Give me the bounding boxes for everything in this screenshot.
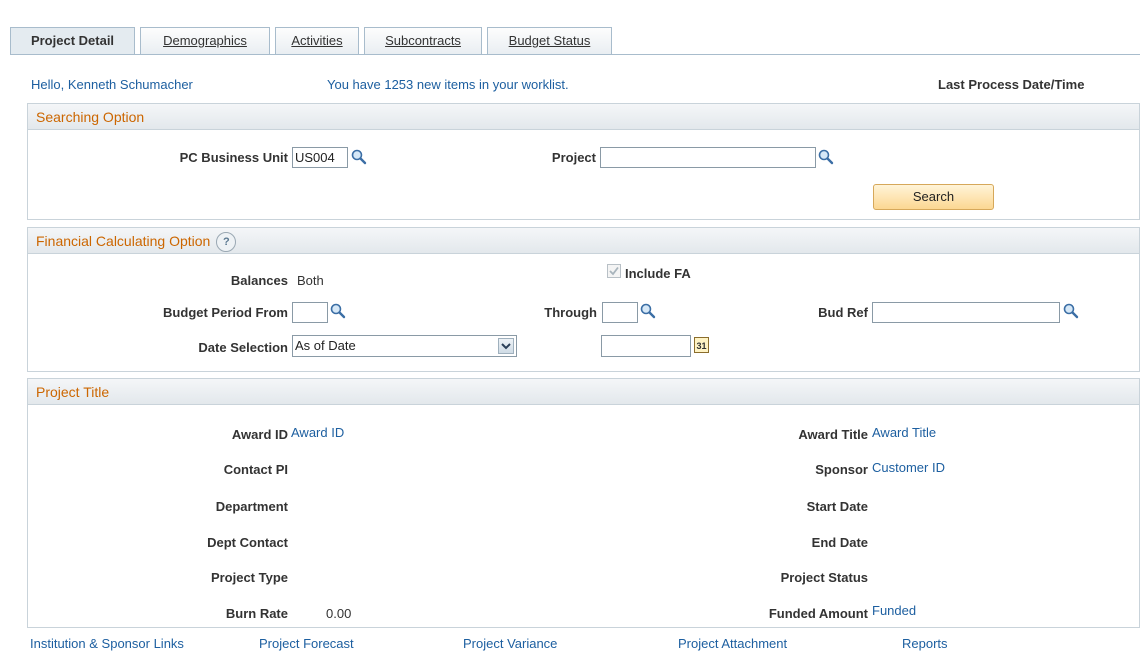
financial-option-header: Financial Calculating Option? xyxy=(28,228,1139,254)
worklist-link[interactable]: You have 1253 new items in your worklist… xyxy=(327,77,569,92)
tab-budget-status[interactable]: Budget Status xyxy=(487,27,612,54)
through-label: Through xyxy=(544,305,597,320)
start-date-label: Start Date xyxy=(806,499,868,514)
project-label: Project xyxy=(551,150,596,165)
dept-contact-label: Dept Contact xyxy=(207,535,288,550)
financial-option-title: Financial Calculating Option xyxy=(36,233,211,249)
tab-label: Demographics xyxy=(163,33,247,48)
bud-ref-label: Bud Ref xyxy=(818,305,868,320)
balances-label: Balances xyxy=(230,273,288,288)
business-unit-lookup-icon[interactable] xyxy=(351,149,367,165)
tab-label: Activities xyxy=(291,33,343,48)
award-id-link[interactable]: Award ID xyxy=(291,425,344,440)
calendar-icon[interactable]: 31 xyxy=(694,337,709,353)
bud-ref-lookup-icon[interactable] xyxy=(1063,303,1079,319)
include-fa-checkbox[interactable] xyxy=(607,264,621,278)
budget-period-from-label: Budget Period From xyxy=(163,305,288,320)
project-title-heading: Project Title xyxy=(28,379,1139,405)
budget-period-from-input[interactable] xyxy=(292,302,328,323)
project-variance-link[interactable]: Project Variance xyxy=(463,636,557,651)
last-process-label: Last Process Date/Time xyxy=(938,77,1085,92)
department-label: Department xyxy=(215,499,288,514)
end-date-label: End Date xyxy=(811,535,868,550)
project-attachment-link[interactable]: Project Attachment xyxy=(678,636,787,651)
reports-link[interactable]: Reports xyxy=(902,636,948,651)
burn-rate-value: 0.00 xyxy=(326,606,352,621)
project-input[interactable] xyxy=(600,147,816,168)
search-button[interactable]: Search xyxy=(873,184,994,210)
help-icon[interactable]: ? xyxy=(216,232,237,253)
award-id-label: Award ID xyxy=(231,427,288,442)
tab-label: Project Detail xyxy=(30,33,115,48)
project-type-label: Project Type xyxy=(210,570,288,585)
project-status-label: Project Status xyxy=(780,570,868,585)
award-title-label: Award Title xyxy=(798,427,868,442)
greeting-text: Hello, Kenneth Schumacher xyxy=(31,77,193,92)
chevron-down-icon[interactable] xyxy=(498,338,514,354)
tab-subcontracts[interactable]: Subcontracts xyxy=(364,27,482,54)
date-selection-select[interactable]: As of Date xyxy=(292,335,517,357)
tab-project-detail[interactable]: Project Detail xyxy=(10,27,135,55)
date-selection-label: Date Selection xyxy=(198,340,288,355)
through-lookup-icon[interactable] xyxy=(640,303,656,319)
tab-demographics[interactable]: Demographics xyxy=(140,27,270,54)
through-input[interactable] xyxy=(602,302,638,323)
funded-amount-label: Funded Amount xyxy=(768,606,868,621)
funded-amount-link[interactable]: Funded xyxy=(872,603,916,618)
searching-option-title: Searching Option xyxy=(28,104,1139,130)
award-title-link[interactable]: Award Title xyxy=(872,425,936,440)
business-unit-label: PC Business Unit xyxy=(179,150,288,165)
sponsor-label: Sponsor xyxy=(815,462,868,477)
tab-label: Budget Status xyxy=(508,33,591,48)
project-forecast-link[interactable]: Project Forecast xyxy=(259,636,354,651)
project-lookup-icon[interactable] xyxy=(818,149,834,165)
burn-rate-label: Burn Rate xyxy=(225,606,288,621)
tab-divider xyxy=(10,54,1140,55)
institution-sponsor-links[interactable]: Institution & Sponsor Links xyxy=(30,636,184,651)
tab-label: Subcontracts xyxy=(385,33,461,48)
business-unit-input[interactable]: US004 xyxy=(292,147,348,168)
date-selection-value: As of Date xyxy=(295,338,356,353)
budget-from-lookup-icon[interactable] xyxy=(330,303,346,319)
balances-value: Both xyxy=(297,273,324,288)
contact-pi-label: Contact PI xyxy=(223,462,288,477)
date-input[interactable] xyxy=(601,335,691,357)
tab-activities[interactable]: Activities xyxy=(275,27,359,54)
include-fa-label: Include FA xyxy=(625,266,691,281)
bud-ref-input[interactable] xyxy=(872,302,1060,323)
sponsor-link[interactable]: Customer ID xyxy=(872,460,945,475)
